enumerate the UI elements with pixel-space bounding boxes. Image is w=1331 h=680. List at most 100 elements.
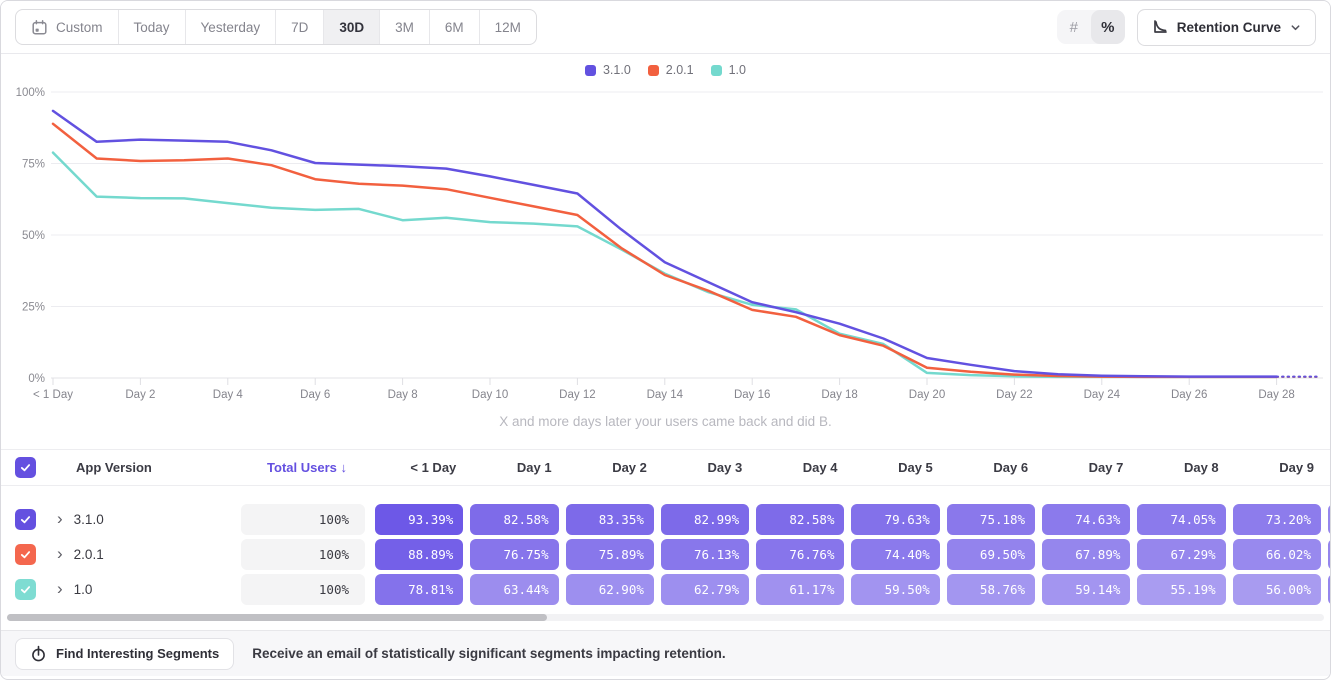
column-header-day[interactable]: Day 1 <box>466 460 561 475</box>
retention-cell[interactable]: 78.81% <box>375 574 463 605</box>
date-range-3m[interactable]: 3M <box>379 10 429 44</box>
select-all-checkbox[interactable] <box>15 457 36 478</box>
date-range-label: 7D <box>291 20 308 35</box>
row-checkbox[interactable] <box>15 579 36 600</box>
retention-cell[interactable]: 56.00% <box>1233 574 1321 605</box>
date-range-label: 12M <box>495 20 521 35</box>
column-header-day[interactable]: < 1 Day <box>371 460 466 475</box>
retention-cell[interactable]: 73.20% <box>1233 504 1321 535</box>
percent-toggle[interactable]: % <box>1091 10 1125 44</box>
chevron-right-icon[interactable]: › <box>57 545 63 562</box>
row-checkbox-cell <box>1 579 49 600</box>
x-axis-label: Day 16 <box>734 389 770 401</box>
x-axis-label: Day 12 <box>559 389 595 401</box>
table-row: ›1.0100%78.81%63.44%62.90%62.79%61.17%59… <box>1 572 1331 607</box>
y-axis-label: 0% <box>28 373 45 385</box>
y-axis-label: 50% <box>22 230 45 242</box>
calendar-icon <box>31 19 48 36</box>
x-axis-label: Day 22 <box>996 389 1032 401</box>
date-range-30d[interactable]: 30D <box>323 10 379 44</box>
column-header-day[interactable]: Day 7 <box>1038 460 1133 475</box>
chevron-right-icon[interactable]: › <box>57 510 63 527</box>
find-interesting-segments-button[interactable]: Find Interesting Segments <box>15 638 234 670</box>
retention-cell[interactable]: 93.39% <box>375 504 463 535</box>
retention-cell[interactable]: 59.50% <box>851 574 939 605</box>
retention-cell[interactable]: 62.90% <box>566 574 654 605</box>
table-row: ›3.1.0100%93.39%82.58%83.35%82.99%82.58%… <box>1 502 1331 537</box>
horizontal-scrollbar[interactable] <box>7 614 1324 621</box>
total-users-cell: 100% <box>241 574 365 605</box>
chevron-right-icon[interactable]: › <box>57 580 63 597</box>
retention-cell[interactable]: 62.79% <box>661 574 749 605</box>
retention-cell[interactable]: 88.89% <box>375 539 463 570</box>
retention-cell[interactable]: 63.44% <box>470 574 558 605</box>
row-version-label: 2.0.1 <box>74 547 104 562</box>
total-users-cell: 100% <box>241 539 365 570</box>
retention-cell[interactable]: 67.89% <box>1042 539 1130 570</box>
retention-curve-icon <box>1152 19 1168 35</box>
column-header-day[interactable]: Day 9 <box>1229 460 1324 475</box>
retention-cell[interactable]: 75.18% <box>947 504 1035 535</box>
retention-cell[interactable]: 76.13% <box>661 539 749 570</box>
retention-cell[interactable]: 83.35% <box>566 504 654 535</box>
date-range-6m[interactable]: 6M <box>429 10 479 44</box>
column-header-day[interactable]: Day 8 <box>1133 460 1228 475</box>
table-body: ›3.1.0100%93.39%82.58%83.35%82.99%82.58%… <box>1 486 1331 607</box>
row-version-cell: › 2.0.1 <box>49 546 239 563</box>
footer-bar: Find Interesting Segments Receive an ema… <box>1 630 1330 676</box>
row-version-cell: › 1.0 <box>49 581 239 598</box>
row-checkbox[interactable] <box>15 544 36 565</box>
chart-type-dropdown[interactable]: Retention Curve <box>1137 9 1316 46</box>
x-axis-label: Day 28 <box>1258 389 1294 401</box>
date-range-label: Today <box>134 20 170 35</box>
segments-icon <box>30 645 47 662</box>
column-header-day[interactable]: Day 5 <box>847 460 942 475</box>
retention-cell[interactable]: 66.02% <box>1233 539 1321 570</box>
retention-cell[interactable]: 74.63% <box>1042 504 1130 535</box>
y-axis-label: 75% <box>22 159 45 171</box>
date-range-7d[interactable]: 7D <box>275 10 323 44</box>
retention-cell[interactable]: 82.99% <box>661 504 749 535</box>
series-line-3.1.0 <box>53 111 1277 377</box>
x-axis-label: Day 2 <box>125 389 155 401</box>
retention-cell[interactable]: 76.75% <box>470 539 558 570</box>
retention-cell[interactable]: 76.76% <box>756 539 844 570</box>
column-header-day[interactable]: Day 6 <box>943 460 1038 475</box>
retention-cell[interactable]: 69.50% <box>947 539 1035 570</box>
date-range-label: 6M <box>445 20 464 35</box>
retention-cell[interactable]: 67.29% <box>1137 539 1225 570</box>
column-header-app-version: App Version <box>49 460 239 475</box>
retention-cell[interactable]: 74.40% <box>851 539 939 570</box>
retention-cell[interactable]: 82.58% <box>756 504 844 535</box>
retention-cell[interactable]: 58.76% <box>947 574 1035 605</box>
series-line-2.0.1 <box>53 124 1277 377</box>
retention-cell[interactable]: 82.58% <box>470 504 558 535</box>
scrollbar-thumb[interactable] <box>7 614 547 621</box>
date-range-today[interactable]: Today <box>118 10 185 44</box>
date-range-custom[interactable]: Custom <box>16 10 118 44</box>
retention-cell[interactable]: 74.05% <box>1137 504 1225 535</box>
absolute-numbers-toggle[interactable]: # <box>1057 10 1091 44</box>
column-header-day[interactable]: Day 3 <box>657 460 752 475</box>
date-range-picker: Custom Today Yesterday 7D 30D 3M 6M 12M <box>15 9 537 45</box>
row-checkbox-cell <box>1 544 49 565</box>
column-header-day[interactable]: Day 2 <box>562 460 657 475</box>
date-range-label: 3M <box>395 20 414 35</box>
row-version-label: 1.0 <box>74 582 93 597</box>
retention-cell[interactable]: 55.19% <box>1137 574 1225 605</box>
x-axis-label: Day 14 <box>647 389 684 401</box>
retention-cell[interactable]: 75.89% <box>566 539 654 570</box>
toolbar-right: #% Retention Curve <box>1057 9 1316 46</box>
retention-cell[interactable]: 79.63% <box>851 504 939 535</box>
date-range-label: Yesterday <box>201 20 261 35</box>
date-range-yesterday[interactable]: Yesterday <box>185 10 276 44</box>
row-checkbox[interactable] <box>15 509 36 530</box>
column-header-total-users[interactable]: Total Users ↓ <box>239 460 371 475</box>
y-axis-label: 100% <box>16 87 45 99</box>
x-axis-label: Day 18 <box>821 389 857 401</box>
date-range-12m[interactable]: 12M <box>479 10 536 44</box>
retention-cell[interactable]: 61.17% <box>756 574 844 605</box>
retention-cell[interactable]: 59.14% <box>1042 574 1130 605</box>
column-header-day[interactable]: Day 4 <box>752 460 847 475</box>
table-header: App VersionTotal Users ↓< 1 DayDay 1Day … <box>1 449 1331 486</box>
